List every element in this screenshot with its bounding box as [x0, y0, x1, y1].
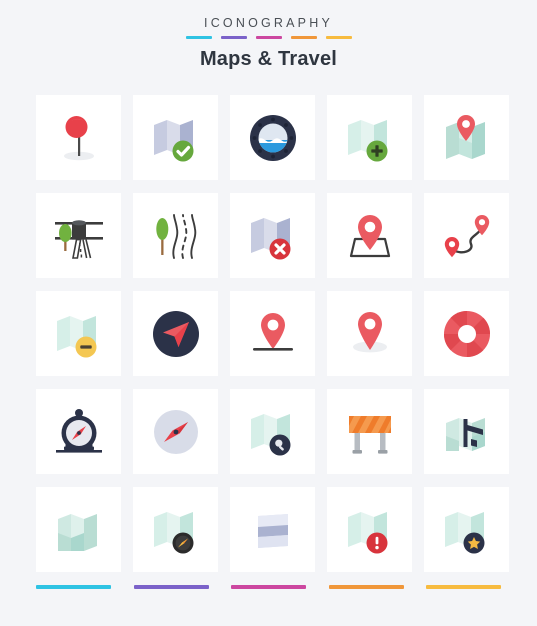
footer-bar-4 [328, 585, 404, 589]
icon-tile-map-sheet[interactable] [230, 487, 315, 572]
header-rule-2 [220, 36, 247, 39]
footer-bar-2 [133, 585, 209, 589]
header-rule-row [0, 36, 537, 39]
footer-rule-row [36, 585, 501, 589]
pin-on-map-outline-icon [349, 214, 390, 257]
icon-tile-map-check[interactable] [133, 95, 218, 180]
icon-tile-map-location-pin[interactable] [424, 95, 509, 180]
route-two-pins-icon [444, 214, 489, 257]
life-ring-icon [443, 310, 490, 357]
icon-tile-porthole-window[interactable] [230, 95, 315, 180]
icon-tile-map-search[interactable] [230, 389, 315, 474]
icon-tile-map-favorite[interactable] [424, 487, 509, 572]
icon-tile-pin-shadow[interactable] [327, 291, 412, 376]
folded-map-icon [57, 513, 97, 551]
map-signpost-icon [445, 417, 485, 451]
icon-tile-folded-map[interactable] [36, 487, 121, 572]
map-add-icon [347, 119, 387, 161]
navigation-arrow-icon [152, 310, 199, 357]
icon-tile-road-barrier[interactable] [327, 389, 412, 474]
map-check-icon [153, 119, 193, 161]
footer-bar-5 [426, 585, 501, 589]
pin-shadow-icon [352, 311, 387, 352]
stopwatch-compass-icon [55, 408, 102, 453]
compass-circle-icon [153, 409, 198, 454]
icon-tile-winding-road-tree[interactable] [133, 193, 218, 278]
header-rule-1 [185, 36, 212, 39]
footer-bar-3 [231, 585, 306, 589]
icon-tile-map-alert[interactable] [327, 487, 412, 572]
header-rule-3 [255, 36, 282, 39]
poster-header: ICONOGRAPHY Maps & Travel [0, 0, 537, 71]
icon-tile-map-compass[interactable] [133, 487, 218, 572]
icon-tile-compass-circle[interactable] [133, 389, 218, 474]
icon-tile-route-two-pins[interactable] [424, 193, 509, 278]
icon-tile-life-ring[interactable] [424, 291, 509, 376]
eyebrow-text: ICONOGRAPHY [204, 16, 333, 30]
map-location-pin-icon [445, 114, 485, 159]
icon-tile-map-pin-marker[interactable] [36, 95, 121, 180]
icon-tile-pin-on-map-outline[interactable] [327, 193, 412, 278]
icon-grid [36, 95, 509, 572]
icon-tile-stopwatch-compass[interactable] [36, 389, 121, 474]
icon-tile-map-signpost[interactable] [424, 389, 509, 474]
map-remove-icon [56, 315, 96, 357]
map-pin-marker-icon [63, 115, 94, 160]
map-search-icon [250, 413, 290, 455]
pin-on-line-icon [252, 312, 293, 351]
page-title: Maps & Travel [199, 48, 338, 70]
icon-tile-map-delete[interactable] [230, 193, 315, 278]
icon-tile-road-bridge-tree[interactable] [36, 193, 121, 278]
icon-tile-map-remove[interactable] [36, 291, 121, 376]
map-delete-icon [250, 217, 290, 259]
header-rule-5 [325, 36, 352, 39]
road-bridge-tree-icon [54, 219, 103, 259]
header-rule-4 [290, 36, 317, 39]
porthole-window-icon [249, 114, 296, 161]
winding-road-tree-icon [155, 213, 196, 259]
map-favorite-icon [444, 511, 484, 553]
icon-tile-pin-on-line[interactable] [230, 291, 315, 376]
road-barrier-icon [348, 415, 391, 454]
footer-bar-1 [36, 585, 111, 589]
map-alert-icon [347, 511, 387, 553]
map-compass-icon [153, 511, 193, 553]
map-sheet-icon [257, 513, 288, 548]
icon-tile-map-add[interactable] [327, 95, 412, 180]
poster-canvas: ICONOGRAPHY Maps & Travel [0, 0, 537, 626]
icon-tile-navigation-arrow[interactable] [133, 291, 218, 376]
